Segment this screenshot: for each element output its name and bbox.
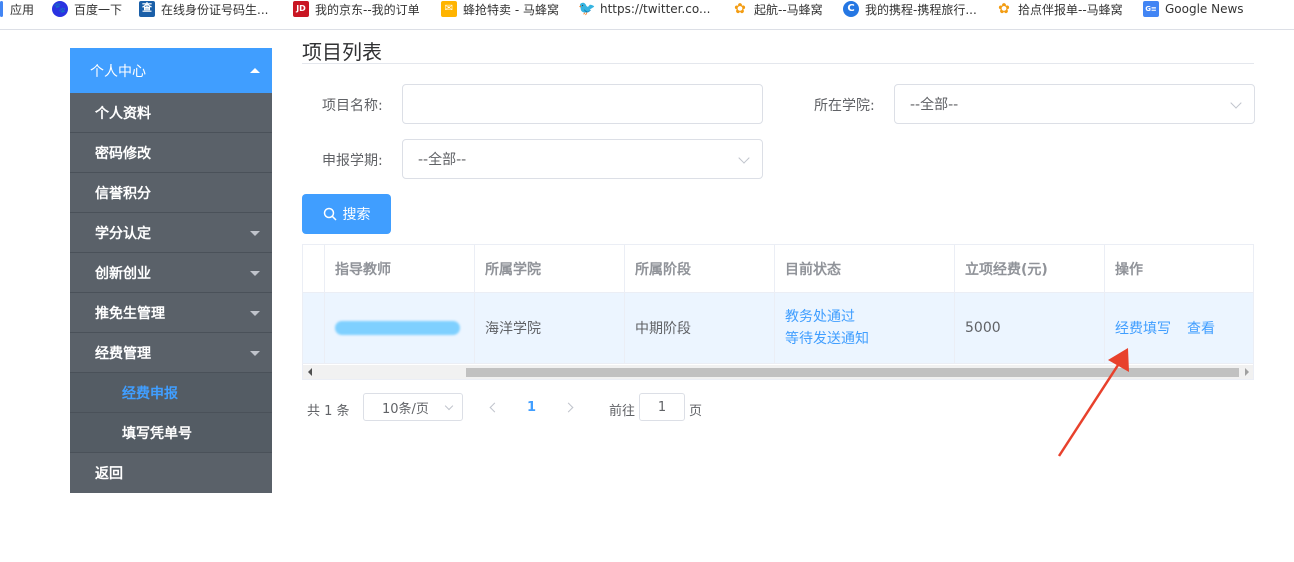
row-spacer xyxy=(303,293,325,363)
sidebar-header-personal-center[interactable]: 个人中心 xyxy=(70,48,272,93)
status-line-pending: 等待发送通知 xyxy=(785,331,869,347)
cell-status: 教务处通过 等待发送通知 xyxy=(775,293,955,363)
bookmark-ctrip[interactable]: C 我的携程-携程旅行... xyxy=(843,0,977,18)
redacted-teacher-name xyxy=(335,321,460,335)
caret-up-icon xyxy=(250,68,260,73)
page-suffix: 页 xyxy=(689,404,703,419)
bookmark-google-news[interactable]: G≡ Google News xyxy=(1143,0,1244,18)
view-link[interactable]: 查看 xyxy=(1187,318,1215,338)
table-header: 指导教师 所属学院 所属阶段 目前状态 立项经费(元) 操作 xyxy=(303,245,1253,293)
title-divider xyxy=(302,63,1254,64)
fill-funding-link[interactable]: 经费填写 xyxy=(1115,318,1171,338)
mafengwo-icon: ✿ xyxy=(734,1,746,17)
caret-down-icon xyxy=(250,271,260,276)
bookmark-mafengwo-report[interactable]: ✿ 拾点伴报单--马蜂窝 xyxy=(996,0,1123,18)
search-button[interactable]: 搜索 xyxy=(302,194,391,234)
scroll-left-icon[interactable] xyxy=(308,368,312,376)
column-header-actions: 操作 xyxy=(1115,261,1143,278)
ctrip-icon: C xyxy=(843,1,859,17)
chevron-down-icon xyxy=(738,152,750,164)
scroll-right-icon[interactable] xyxy=(1245,368,1249,376)
bookmark-jd[interactable]: JD 我的京东--我的订单 xyxy=(293,0,420,18)
goto-label: 前往 xyxy=(609,404,636,419)
mafengwo-icon: ✉ xyxy=(441,1,457,17)
sidebar-menu: 个人中心 个人资料 密码修改 信誉积分 学分认定 创新创业 推免生管理 经费管理… xyxy=(70,48,272,493)
term-label: 申报学期: xyxy=(322,153,383,169)
google-news-icon: G≡ xyxy=(1143,1,1159,17)
college-select[interactable]: --全部-- xyxy=(894,84,1255,124)
caret-down-icon xyxy=(250,351,260,356)
column-header-stage: 所属阶段 xyxy=(625,245,775,292)
sidebar-item-credit-points[interactable]: 信誉积分 xyxy=(70,173,272,213)
bookmark-baidu[interactable]: 🐾 百度一下 xyxy=(52,0,122,18)
next-page-icon[interactable] xyxy=(563,402,574,413)
status-line-approved: 教务处通过 xyxy=(785,309,855,325)
bookmark-apps[interactable]: 应用 xyxy=(0,0,34,18)
bookmarks-bar: 应用 🐾 百度一下 查 在线身份证号码生... JD 我的京东--我的订单 ✉ … xyxy=(0,0,1294,30)
sidebar-item-profile[interactable]: 个人资料 xyxy=(70,93,272,133)
sidebar-item-innovation[interactable]: 创新创业 xyxy=(70,253,272,293)
page-title: 项目列表 xyxy=(302,40,382,64)
column-header-teacher: 指导教师 xyxy=(325,245,475,292)
sidebar-item-voucher-number[interactable]: 填写凭单号 xyxy=(70,413,272,453)
table-header-spacer xyxy=(303,245,325,292)
goto-page-input[interactable]: 1 xyxy=(639,393,685,421)
column-header-status: 目前状态 xyxy=(775,245,955,292)
college-label: 所在学院: xyxy=(814,98,875,114)
apps-icon xyxy=(0,1,3,17)
annotation-arrow-icon xyxy=(1057,348,1129,457)
sidebar-item-back[interactable]: 返回 xyxy=(70,453,272,493)
jd-icon: JD xyxy=(293,1,309,17)
sidebar-item-funding-management[interactable]: 经费管理 xyxy=(70,333,272,373)
bookmark-twitter[interactable]: 🐦 https://twitter.co... xyxy=(578,0,710,18)
search-icon xyxy=(323,207,337,221)
sidebar-item-credit-recognition[interactable]: 学分认定 xyxy=(70,213,272,253)
sidebar-item-funding-apply[interactable]: 经费申报 xyxy=(70,373,272,413)
column-header-college: 所属学院 xyxy=(475,245,625,292)
bookmark-mafengwo-sale[interactable]: ✉ 蜂抢特卖 - 马蜂窝 xyxy=(441,0,559,18)
cell-teacher xyxy=(325,293,475,363)
twitter-icon: 🐦 xyxy=(578,1,596,17)
caret-down-icon xyxy=(250,311,260,316)
column-header-funding: 立项经费(元) xyxy=(955,245,1105,292)
caret-down-icon xyxy=(250,231,260,236)
cell-college: 海洋学院 xyxy=(475,293,625,363)
term-select[interactable]: --全部-- xyxy=(402,139,763,179)
pagination-total: 共 1 条 xyxy=(307,404,350,419)
prev-page-icon[interactable] xyxy=(489,402,500,413)
page-size-select[interactable]: 10条/页 xyxy=(363,393,463,421)
page-number-current[interactable]: 1 xyxy=(527,400,536,415)
chevron-down-icon xyxy=(1230,97,1242,109)
sidebar-item-exemption[interactable]: 推免生管理 xyxy=(70,293,272,333)
project-name-input[interactable] xyxy=(402,84,763,124)
bookmark-mafengwo-qihang[interactable]: ✿ 起航--马蜂窝 xyxy=(732,0,823,18)
bookmark-idcard[interactable]: 查 在线身份证号码生... xyxy=(139,0,268,18)
sidebar-item-password[interactable]: 密码修改 xyxy=(70,133,272,173)
mafengwo-icon: ✿ xyxy=(998,1,1010,17)
project-name-label: 项目名称: xyxy=(322,98,383,114)
cell-stage: 中期阶段 xyxy=(625,293,775,363)
baidu-icon: 🐾 xyxy=(52,1,68,17)
idcard-site-icon: 查 xyxy=(139,1,155,17)
chevron-down-icon xyxy=(444,401,454,411)
